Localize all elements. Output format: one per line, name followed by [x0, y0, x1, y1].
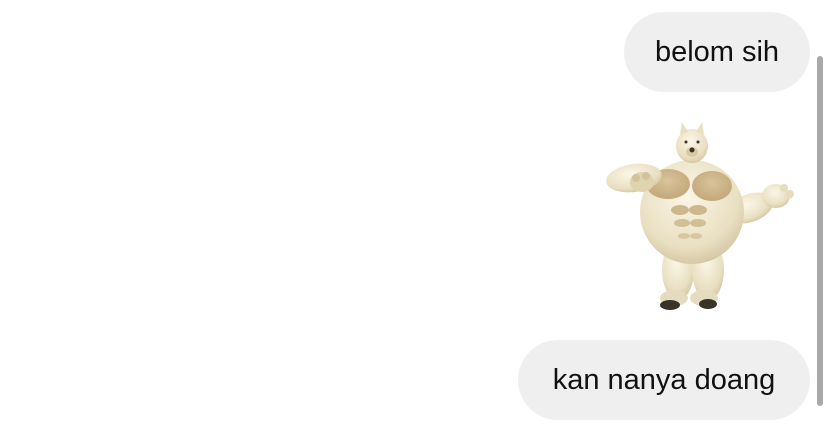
- muscular-polar-bear-sticker[interactable]: [600, 112, 810, 322]
- message-text: kan nanya doang: [552, 363, 776, 396]
- message-bubble[interactable]: kan nanya doang: [518, 340, 810, 420]
- scrollbar[interactable]: [817, 56, 823, 406]
- bear-sticker-icon: [606, 122, 794, 310]
- message-bubble[interactable]: belom sih: [624, 12, 810, 92]
- chat-thread: belom sih kan nanya doang: [0, 0, 828, 430]
- message-text: belom sih: [654, 35, 780, 68]
